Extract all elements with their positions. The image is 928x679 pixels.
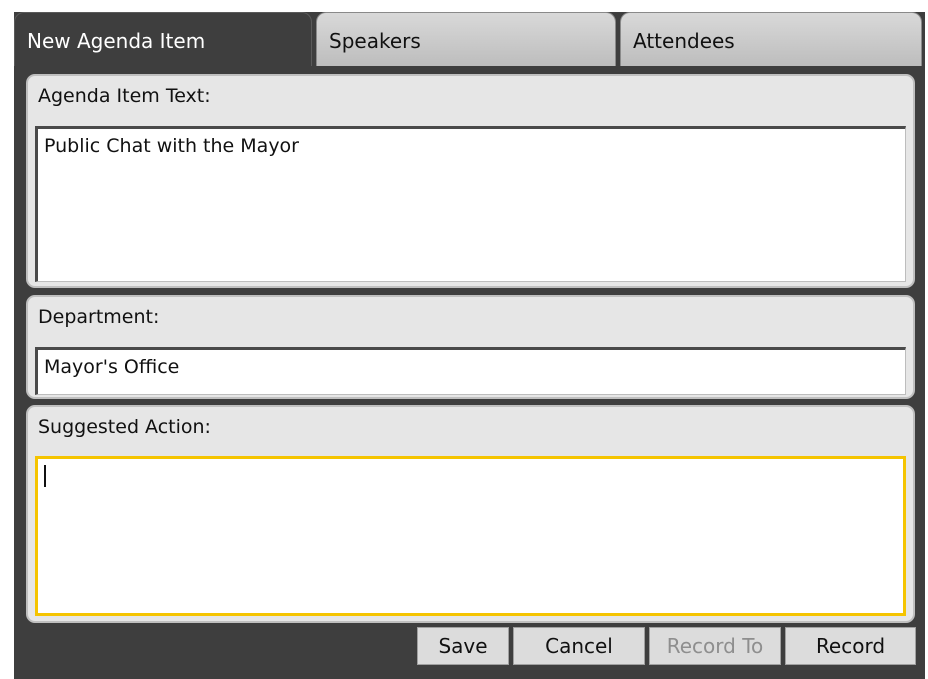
- tab-attendees[interactable]: Attendees: [620, 12, 922, 66]
- record-to-button[interactable]: Record To: [649, 627, 781, 665]
- cancel-button[interactable]: Cancel: [513, 627, 645, 665]
- tab-speakers[interactable]: Speakers: [316, 12, 616, 66]
- suggested-action-field[interactable]: [35, 456, 906, 616]
- suggested-action-panel: Suggested Action:: [26, 405, 915, 623]
- department-field[interactable]: Mayor's Office: [35, 347, 906, 395]
- agenda-item-dialog: New Agenda Item Speakers Attendees Agend…: [14, 12, 925, 679]
- tab-new-agenda-item[interactable]: New Agenda Item: [14, 12, 312, 66]
- record-button[interactable]: Record: [785, 627, 916, 665]
- text-caret: [44, 465, 46, 487]
- save-button[interactable]: Save: [417, 627, 509, 665]
- department-panel: Department: Mayor's Office: [26, 295, 915, 399]
- agenda-item-text-panel: Agenda Item Text: Public Chat with the M…: [26, 74, 915, 288]
- agenda-item-text-field[interactable]: Public Chat with the Mayor: [35, 126, 906, 282]
- agenda-item-text-label: Agenda Item Text:: [38, 85, 211, 107]
- department-label: Department:: [38, 306, 160, 328]
- suggested-action-label: Suggested Action:: [38, 416, 211, 438]
